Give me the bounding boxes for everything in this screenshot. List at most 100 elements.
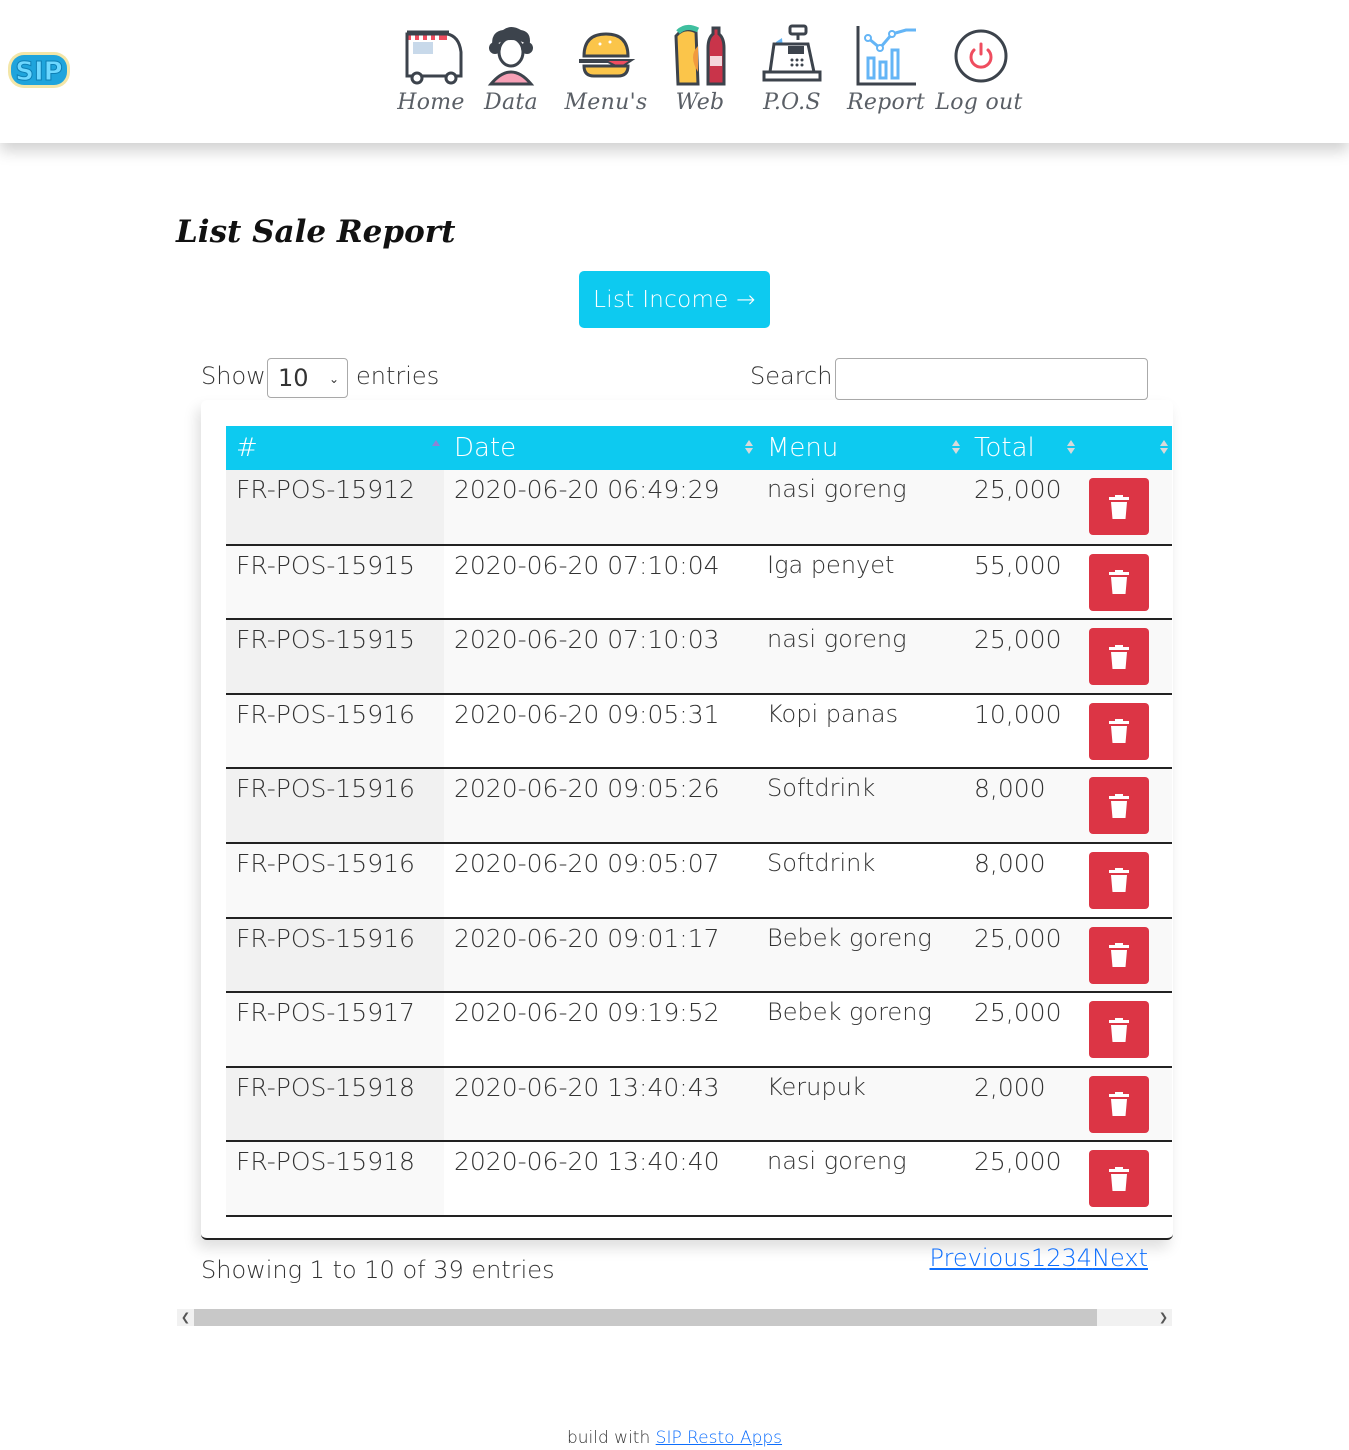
sort-asc-icon: [432, 440, 440, 456]
search-input[interactable]: [835, 358, 1148, 400]
sort-icon: [952, 440, 960, 456]
cell-menu: Kerupuk: [757, 1066, 964, 1142]
delete-button[interactable]: [1089, 777, 1149, 835]
scroll-left-icon[interactable]: ❮: [177, 1309, 194, 1326]
show-label: Show: [201, 362, 266, 390]
cell-date: 2020-06-20 13:40:40: [444, 1141, 757, 1216]
trash-icon: [1109, 644, 1129, 669]
nav-web[interactable]: Web: [656, 22, 744, 122]
nav-report[interactable]: Report: [840, 22, 932, 122]
bar-chart-icon: [856, 26, 916, 86]
trash-icon: [1109, 793, 1129, 818]
trash-icon: [1109, 943, 1129, 968]
sort-icon: [1067, 440, 1075, 456]
delete-button[interactable]: [1089, 628, 1149, 686]
cell-date: 2020-06-20 09:05:07: [444, 842, 757, 918]
nav-logout-label: Log out: [935, 90, 1023, 115]
table-info: Showing 1 to 10 of 39 entries: [201, 1256, 555, 1284]
nav-report-label: Report: [846, 90, 926, 115]
cell-id: FR-POS-15912: [226, 470, 444, 545]
delete-button[interactable]: [1089, 1075, 1149, 1133]
trash-icon: [1109, 1166, 1129, 1191]
trash-icon: [1109, 868, 1129, 893]
scroll-right-icon[interactable]: ❯: [1155, 1309, 1172, 1326]
horizontal-scrollbar[interactable]: ❮ ❯: [177, 1309, 1172, 1326]
cell-date: 2020-06-20 09:05:31: [444, 693, 757, 769]
cell-total: 55,000: [964, 544, 1079, 620]
cell-total: 2,000: [964, 1066, 1079, 1142]
trash-icon: [1109, 1017, 1129, 1042]
cell-total: 8,000: [964, 768, 1079, 843]
pagination-page-1[interactable]: 1: [1031, 1244, 1046, 1272]
cell-id: FR-POS-15916: [226, 693, 444, 769]
nav-pos[interactable]: P.O.S: [744, 22, 840, 122]
footer: build with SIP Resto Apps: [0, 1428, 1349, 1448]
entries-label: entries: [356, 362, 440, 390]
sort-icon: [745, 440, 753, 456]
cell-menu: Bebek goreng: [757, 917, 964, 993]
pagination: Previous 1 2 3 4 Next: [930, 1244, 1148, 1272]
delete-button[interactable]: [1089, 1001, 1149, 1059]
table-row: FR-POS-15918 2020-06-20 13:40:40 nasi go…: [226, 1141, 1172, 1216]
nav-data-label: Data: [484, 90, 538, 115]
cell-menu: nasi goreng: [757, 619, 964, 694]
list-income-button[interactable]: List Income →: [579, 271, 770, 328]
cell-date: 2020-06-20 09:01:17: [444, 917, 757, 993]
cash-register-icon: [762, 24, 822, 82]
delete-button[interactable]: [1089, 553, 1149, 611]
nav-web-label: Web: [675, 90, 725, 115]
table-row: FR-POS-15916 2020-06-20 09:05:26 Softdri…: [226, 768, 1172, 843]
nav-home[interactable]: Home: [396, 22, 466, 122]
table-row: FR-POS-15916 2020-06-20 09:01:17 Bebek g…: [226, 917, 1172, 993]
power-icon: [954, 29, 1008, 83]
cell-id: FR-POS-15915: [226, 544, 444, 620]
search-label: Search:: [750, 362, 841, 390]
delete-button[interactable]: [1089, 926, 1149, 984]
sort-icon: [1160, 440, 1168, 456]
pagination-page-4[interactable]: 4: [1077, 1244, 1092, 1272]
delete-button[interactable]: [1089, 1150, 1149, 1208]
cell-menu: Softdrink: [757, 842, 964, 918]
nav-data[interactable]: Data: [466, 22, 556, 122]
cell-menu: nasi goreng: [757, 1141, 964, 1216]
cell-total: 25,000: [964, 470, 1079, 545]
delete-button[interactable]: [1089, 478, 1149, 535]
pagination-page-3[interactable]: 3: [1062, 1244, 1077, 1272]
person-icon: [487, 27, 535, 86]
scrollbar-thumb[interactable]: [194, 1309, 1098, 1326]
sip-logo[interactable]: SIP: [6, 48, 74, 94]
cell-menu: Softdrink: [757, 768, 964, 843]
cell-id: FR-POS-15916: [226, 842, 444, 918]
nav-menus[interactable]: Menu's: [556, 22, 656, 122]
column-header-total[interactable]: Total: [964, 426, 1079, 470]
delete-button[interactable]: [1089, 851, 1149, 909]
table-row: FR-POS-15916 2020-06-20 09:05:31 Kopi pa…: [226, 693, 1172, 769]
footer-link[interactable]: SIP Resto Apps: [656, 1428, 782, 1448]
column-header-date[interactable]: Date: [444, 426, 757, 470]
table-row: FR-POS-15917 2020-06-20 09:19:52 Bebek g…: [226, 992, 1172, 1067]
cell-date: 2020-06-20 09:05:26: [444, 768, 757, 843]
cell-total: 25,000: [964, 1141, 1079, 1216]
pagination-previous[interactable]: Previous: [930, 1244, 1031, 1272]
delete-button[interactable]: [1089, 702, 1149, 760]
burrito-drink-icon: [674, 24, 726, 86]
page-length-select[interactable]: 10 ⌄: [267, 358, 348, 398]
pagination-page-2[interactable]: 2: [1046, 1244, 1061, 1272]
column-header-menu[interactable]: Menu: [757, 426, 964, 470]
cell-menu: Kopi panas: [757, 693, 964, 769]
nav-logout[interactable]: Log out: [932, 22, 1026, 122]
cell-id: FR-POS-15918: [226, 1066, 444, 1142]
food-truck-icon: [405, 30, 463, 85]
cell-total: 25,000: [964, 917, 1079, 993]
cell-date: 2020-06-20 06:49:29: [444, 470, 757, 545]
column-header-id[interactable]: #: [226, 426, 444, 470]
cell-menu: Bebek goreng: [757, 992, 964, 1067]
cell-total: 8,000: [964, 842, 1079, 918]
svg-text:SIP: SIP: [15, 57, 62, 87]
column-header-action[interactable]: [1079, 426, 1172, 470]
cell-total: 10,000: [964, 693, 1079, 769]
top-navbar: SIP Home Data Menu's Web P.O.S Report Lo…: [0, 0, 1349, 143]
table-row: FR-POS-15915 2020-06-20 07:10:04 Iga pen…: [226, 544, 1172, 620]
pagination-next[interactable]: Next: [1092, 1244, 1148, 1272]
cell-id: FR-POS-15917: [226, 992, 444, 1067]
